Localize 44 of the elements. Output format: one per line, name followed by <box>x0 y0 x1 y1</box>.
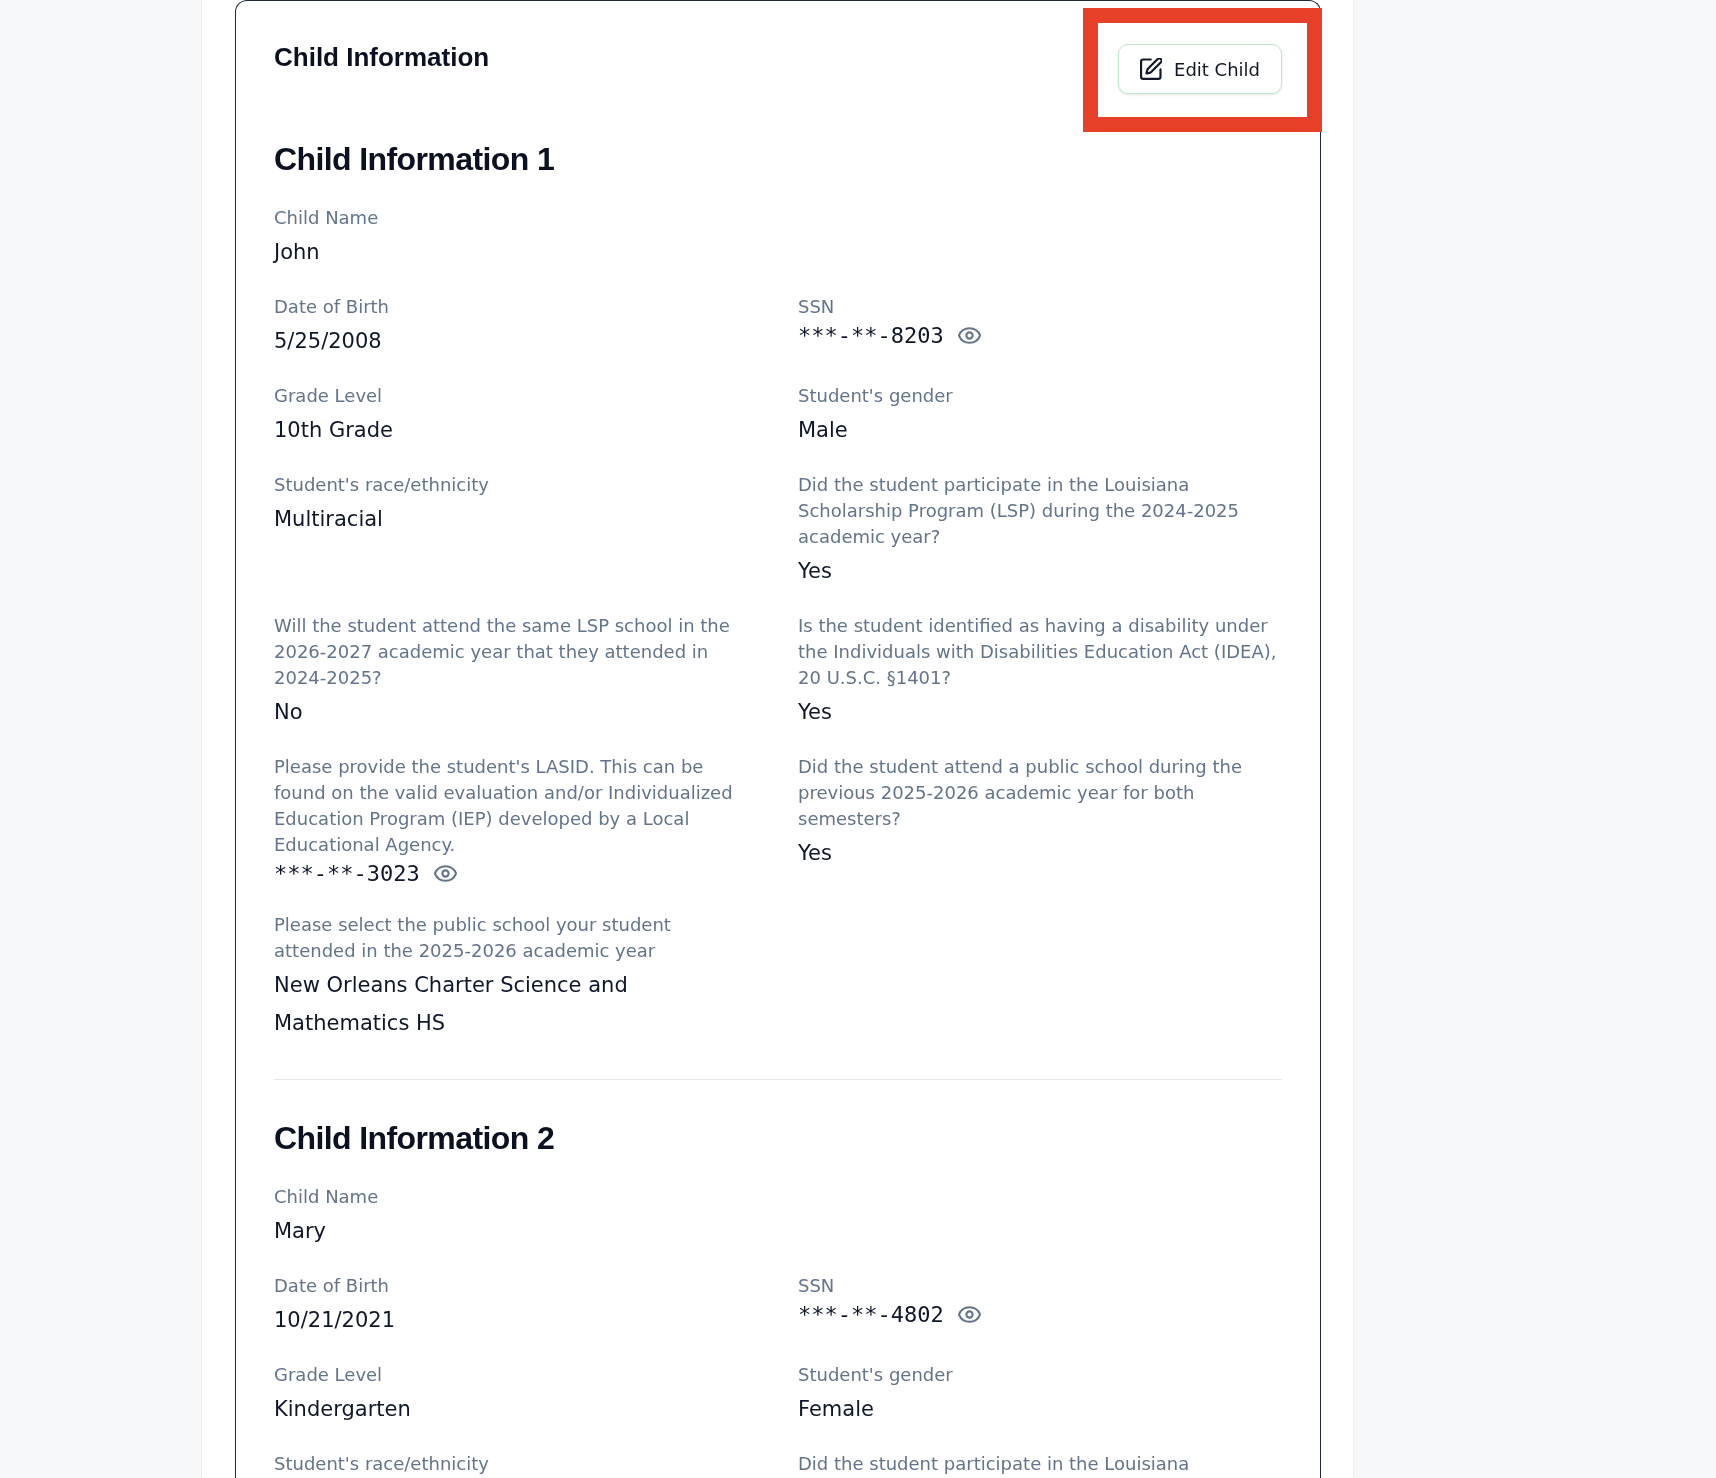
child-heading: Child Information 1 <box>274 140 555 179</box>
pencil-square-icon <box>1140 58 1162 80</box>
field-label: Grade Level <box>274 384 383 408</box>
field-value: Multiracial <box>274 506 383 533</box>
field-label: Did the student participate in the Louisiana Scholarship Program (LSP) during the 2024-2025 academic year? <box>798 473 1241 549</box>
section-title: Child Information <box>274 41 490 73</box>
field-label: Grade Level <box>274 1363 383 1387</box>
eye-icon[interactable] <box>433 865 457 882</box>
field-label: Date of Birth <box>274 295 390 319</box>
field-value: Yes <box>798 558 832 585</box>
field-value: Yes <box>798 699 832 726</box>
field-value: Kindergarten <box>274 1396 411 1423</box>
field-label: Did the student participate in the Louisiana <box>798 1452 1190 1476</box>
field-value: John <box>274 239 320 266</box>
field-label: Please select the public school your student attended in the 2025-2026 academic year <box>274 913 672 963</box>
field-label: Child Name <box>274 1185 379 1209</box>
field-label: Student's race/ethnicity <box>274 473 489 497</box>
field-label: Will the student attend the same LSP school in the 2026-2027 academic year that they attended in 2024-2025? <box>274 614 731 690</box>
field-label: Student's gender <box>798 1363 953 1387</box>
field-value: 10th Grade <box>274 417 393 444</box>
masked-value: ***-**-8203 <box>798 322 944 350</box>
eye-icon[interactable] <box>957 327 981 344</box>
field-label: Please provide the student's LASID. This can be found on the valid evaluation and/or Individualized Education Program (IEP) developed by a Local Educational Agency. <box>274 755 734 857</box>
field-value: No <box>274 699 303 726</box>
field-value: 10/21/2021 <box>274 1307 396 1334</box>
field-label: Student's race/ethnicity <box>274 1452 489 1476</box>
field-label: Child Name <box>274 206 379 230</box>
field-value: Mary <box>274 1218 327 1245</box>
eye-icon[interactable] <box>957 1306 981 1323</box>
field-value: Male <box>798 417 848 444</box>
masked-value: ***-**-3023 <box>274 860 420 888</box>
field-label: Date of Birth <box>274 1274 390 1298</box>
field-label: Did the student attend a public school during the previous 2025-2026 academic year for both semesters? <box>798 755 1243 831</box>
masked-value: ***-**-4802 <box>798 1301 944 1329</box>
field-label: SSN <box>798 295 835 319</box>
field-value: New Orleans Charter Science and Mathematics HS <box>274 972 629 1037</box>
field-label: Student's gender <box>798 384 953 408</box>
child-heading: Child Information 2 <box>274 1119 555 1158</box>
field-value: Female <box>798 1396 874 1423</box>
field-label: Is the student identified as having a disability under the Individuals with Disabilities Education Act (IDEA), 20 U.S.C. §1401? <box>798 614 1278 690</box>
field-value: Yes <box>798 840 832 867</box>
field-value: 5/25/2008 <box>274 328 382 355</box>
field-label: SSN <box>798 1274 835 1298</box>
edit-button[interactable]: Edit Child <box>1118 44 1282 94</box>
